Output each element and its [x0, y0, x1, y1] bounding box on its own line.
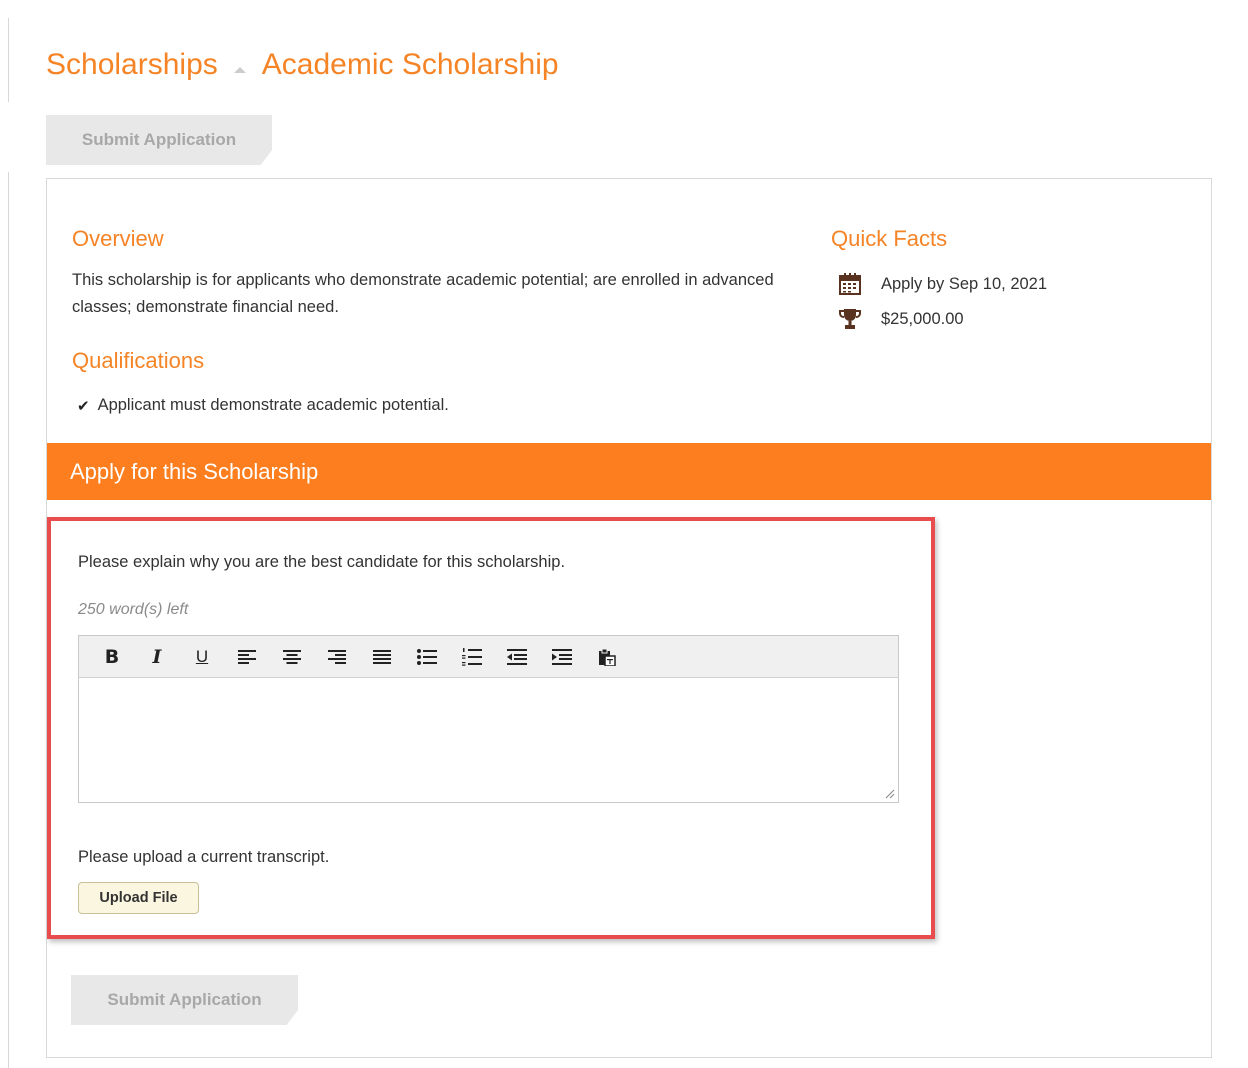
upload-file-button[interactable]: Upload File: [78, 882, 199, 914]
editor-toolbar: B I U: [79, 636, 898, 678]
left-rule-bottom: [8, 172, 9, 1068]
apply-header: Apply for this Scholarship: [47, 443, 1211, 500]
breadcrumb: Scholarships Academic Scholarship: [46, 48, 559, 82]
upload-prompt: Please upload a current transcript.: [78, 848, 330, 866]
calendar-icon: [837, 271, 863, 297]
word-count: 250 word(s) left: [78, 601, 189, 618]
align-center-icon: [283, 649, 301, 664]
overview-text: This scholarship is for applicants who d…: [72, 271, 774, 316]
paste-icon: [599, 648, 616, 666]
bold-button[interactable]: B: [93, 642, 131, 672]
qualifications-title: Qualifications: [72, 348, 205, 373]
deadline-text: Apply by Sep 10, 2021: [881, 274, 1048, 293]
indent-icon: [552, 648, 572, 665]
trophy-icon: [837, 306, 863, 332]
bullet-list-button[interactable]: [408, 642, 446, 672]
numbered-list-button[interactable]: [453, 642, 491, 672]
numbered-list-icon: [462, 647, 482, 666]
breadcrumb-parent-link[interactable]: Scholarships: [46, 48, 218, 82]
quick-facts-title: Quick Facts: [831, 226, 948, 251]
justify-button[interactable]: [363, 642, 401, 672]
outdent-button[interactable]: [498, 642, 536, 672]
amount-text: $25,000.00: [881, 309, 964, 328]
indent-button[interactable]: [543, 642, 581, 672]
align-right-icon: [328, 649, 346, 664]
left-rule-top: [8, 18, 9, 102]
submit-application-button-top[interactable]: Submit Application: [46, 115, 272, 165]
align-left-icon: [238, 649, 256, 664]
justify-icon: [373, 649, 391, 664]
scholarship-card: Overview This scholarship is for applica…: [46, 178, 1212, 1058]
outdent-icon: [507, 648, 527, 665]
underline-button[interactable]: U: [183, 642, 221, 672]
submit-application-button-bottom[interactable]: Submit Application: [71, 975, 298, 1025]
qualification-item-label: Applicant must demonstrate academic pote…: [97, 396, 449, 414]
fact-deadline: Apply by Sep 10, 2021: [837, 271, 1047, 297]
align-left-button[interactable]: [228, 642, 266, 672]
bullet-list-icon: [417, 648, 437, 665]
checkmark-icon: ✔: [77, 397, 90, 415]
essay-question: Please explain why you are the best cand…: [78, 553, 566, 571]
align-right-button[interactable]: [318, 642, 356, 672]
align-center-button[interactable]: [273, 642, 311, 672]
breadcrumb-current: Academic Scholarship: [261, 48, 559, 81]
breadcrumb-separator-icon: [233, 67, 246, 73]
overview-title: Overview: [72, 226, 164, 251]
fact-amount: $25,000.00: [837, 306, 964, 332]
rich-text-editor: B I U: [78, 635, 899, 803]
italic-button[interactable]: I: [138, 642, 176, 672]
resize-grip-icon[interactable]: [885, 789, 895, 799]
qualification-item: ✔ Applicant must demonstrate academic po…: [77, 396, 449, 415]
essay-textarea[interactable]: [79, 678, 898, 802]
paste-button[interactable]: [588, 642, 626, 672]
